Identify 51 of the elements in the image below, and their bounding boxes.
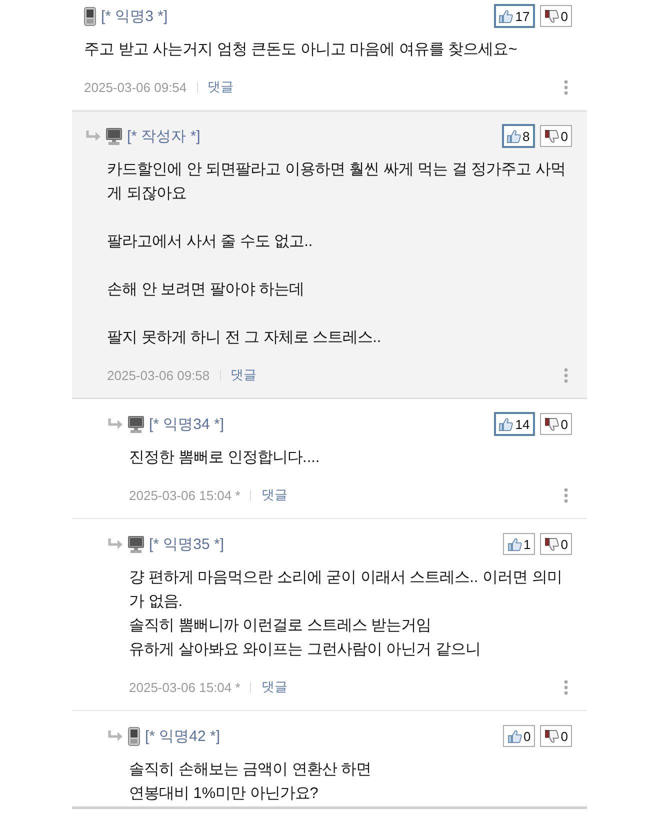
- thumbs-down-icon: [544, 730, 559, 742]
- comment-text: 주고 받고 사는거지 엄청 큰돈도 아니고 마음에 여유를 찾으세요~: [84, 40, 518, 60]
- comment-text: 솔직히 손해보는 금액이 연환산 하면 연봉대비 1%미만 아닌가요?: [129, 760, 372, 804]
- comment-text: 걍 편하게 마음먹으란 소리에 굳이 이래서 스트레스.. 이러면 의미가 없음. 솔직히 뽐뻐니까 이런걸로 스트레스 받는거임 유하게 살아봐요 와이프는 그런사람이 아닌거 같으니: [129, 568, 563, 660]
- thumbs-up-icon: [499, 10, 514, 22]
- comment-date: 2025-03-06 09:54: [84, 80, 187, 94]
- monitor-icon: [106, 128, 122, 144]
- like-button[interactable]: 8: [502, 124, 535, 148]
- reply-link[interactable]: 댓글: [208, 78, 234, 96]
- more-options-icon[interactable]: [564, 368, 568, 382]
- mobile-phone-icon: [84, 6, 96, 26]
- reply-arrow-icon: [85, 130, 101, 142]
- comment-date: 2025-03-06 09:58: [107, 368, 210, 382]
- like-button[interactable]: 14: [494, 412, 535, 436]
- reply-link[interactable]: 댓글: [261, 486, 288, 504]
- reply-link[interactable]: 댓글: [230, 366, 257, 384]
- thumbs-down-icon: [544, 538, 559, 550]
- thumbs-down-icon: [544, 130, 559, 142]
- dislike-button[interactable]: 0: [540, 725, 572, 747]
- like-button[interactable]: 0: [502, 725, 535, 747]
- reply-link[interactable]: 댓글: [261, 678, 288, 696]
- dislike-button[interactable]: 0: [540, 413, 572, 435]
- thumbs-up-icon: [499, 418, 514, 430]
- thumbs-up-icon: [508, 730, 522, 742]
- mobile-phone-icon: [128, 726, 140, 746]
- thumbs-up-icon: [506, 130, 521, 142]
- thumbs-down-icon: [544, 418, 559, 430]
- more-options-icon[interactable]: [564, 80, 568, 94]
- reply-arrow-icon: [107, 538, 123, 550]
- comment-author: [* 익명35 *]: [149, 534, 224, 554]
- more-options-icon[interactable]: [564, 680, 568, 694]
- more-options-icon[interactable]: [564, 488, 568, 502]
- dislike-button[interactable]: 0: [540, 125, 572, 147]
- monitor-icon: [128, 536, 144, 552]
- comment-date: 2025-03-06 15:04 *: [129, 488, 240, 502]
- like-button[interactable]: 17: [494, 4, 535, 28]
- like-button[interactable]: 1: [502, 533, 535, 555]
- dislike-button[interactable]: 0: [540, 533, 572, 555]
- comment-text: 카드할인에 안 되면팔라고 이용하면 훨씬 싸게 먹는 걸 정가주고 사먹게 되잖아요 팔라고에서 사서 줄 수도 없고.. 손해 안 보려면 팔아야 하는데 팔지 못하게 하니 전 그 자체로 스트레스..: [107, 160, 566, 348]
- comment-author: [* 익명42 *]: [145, 726, 220, 746]
- comment-author: [* 익명3 *]: [101, 6, 168, 26]
- thumbs-up-icon: [508, 538, 522, 550]
- comment-date: 2025-03-06 15:04 *: [129, 680, 240, 694]
- thumbs-down-icon: [544, 10, 559, 22]
- reply-arrow-icon: [107, 730, 123, 742]
- comment-author: [* 익명34 *]: [149, 414, 224, 434]
- comment-text: 진정한 뽐뻐로 인정합니다....: [129, 448, 321, 468]
- reply-arrow-icon: [107, 418, 123, 430]
- dislike-button[interactable]: 0: [540, 5, 572, 27]
- comment-author: [* 작성자 *]: [127, 126, 200, 146]
- monitor-icon: [128, 416, 144, 432]
